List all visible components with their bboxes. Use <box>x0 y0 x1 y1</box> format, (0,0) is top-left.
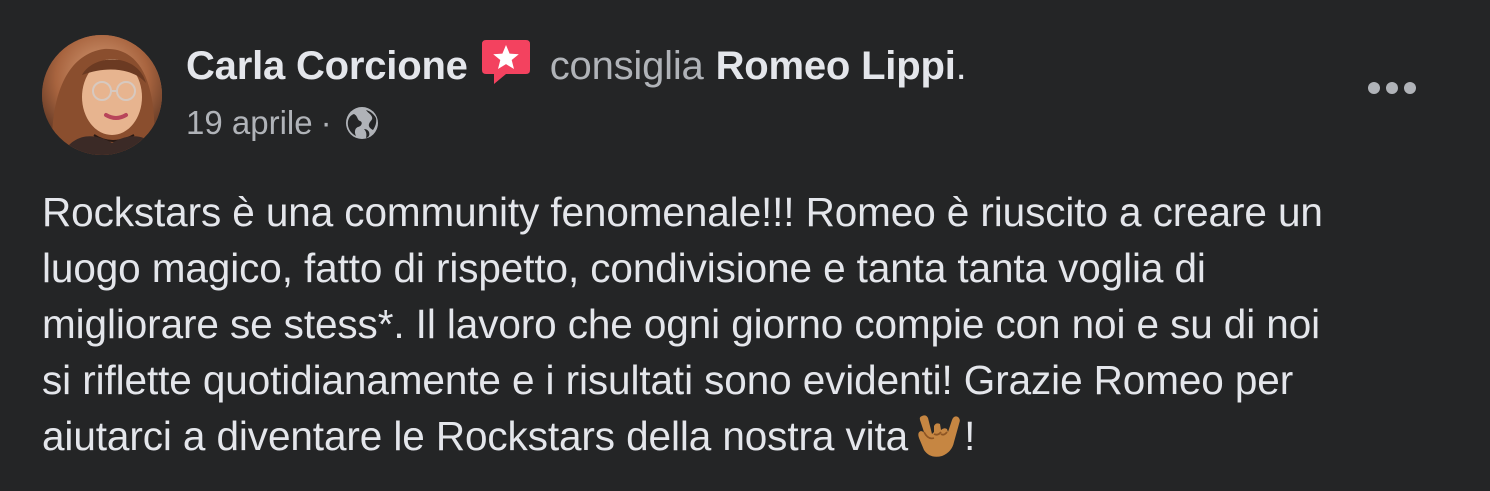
post-body-line: si riflette quotidianamente e i risultat… <box>42 357 1294 403</box>
more-options-icon <box>1368 82 1416 94</box>
rock-hand-emoji <box>914 412 964 460</box>
post-meta: 19 aprile · <box>186 100 380 146</box>
action-text: consiglia <box>549 43 704 88</box>
avatar-photo <box>42 35 162 155</box>
globe-icon[interactable] <box>344 105 380 141</box>
meta-separator: · <box>320 104 332 141</box>
more-options-button[interactable] <box>1360 66 1424 110</box>
post-header: Carla Corcione consiglia Romeo Lippi . <box>186 38 967 94</box>
post-body-last-line: aiutarci a diventare le Rockstars della … <box>42 408 1452 464</box>
post-body-line: luogo magico, fatto di rispetto, condivi… <box>42 245 1206 291</box>
post-body-end-punct: ! <box>964 413 976 459</box>
author-avatar[interactable] <box>42 35 162 155</box>
post-body-line: Rockstars è una community fenomenale!!! … <box>42 189 1323 235</box>
header-period: . <box>955 43 967 88</box>
author-name-link[interactable]: Carla Corcione <box>186 44 468 89</box>
star-speech-bubble-icon <box>480 36 532 88</box>
post-date-link[interactable]: 19 aprile <box>186 104 313 142</box>
recommended-page-link[interactable]: Romeo Lippi <box>716 44 956 89</box>
post-body-line: migliorare se stess*. Il lavoro che ogni… <box>42 301 1321 347</box>
post-body-line: aiutarci a diventare le Rockstars della … <box>42 413 909 459</box>
recommendation-post: Carla Corcione consiglia Romeo Lippi . 1… <box>0 0 1490 491</box>
post-body: Rockstars è una community fenomenale!!! … <box>42 184 1452 464</box>
